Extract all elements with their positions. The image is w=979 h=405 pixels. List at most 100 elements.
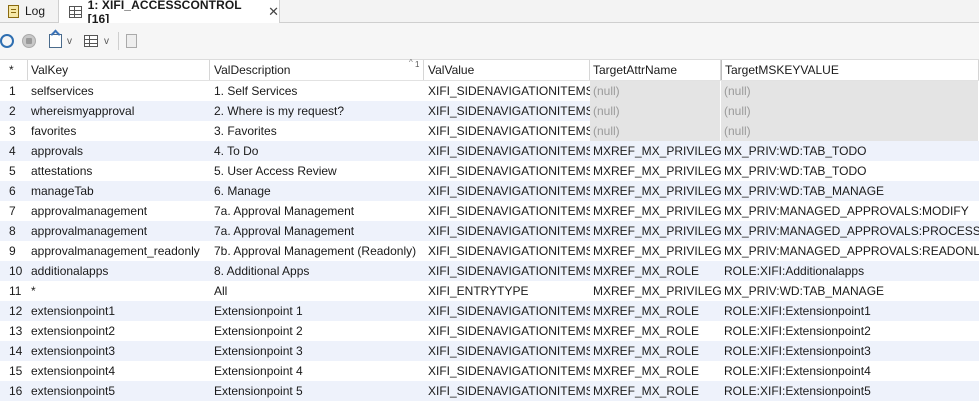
row-number[interactable]: 13	[0, 321, 28, 341]
cell-valdescription[interactable]: Extensionpoint 1	[211, 301, 424, 321]
cell-valkey[interactable]: additionalapps	[28, 261, 210, 281]
cell-targetattrname[interactable]: MXREF_MX_ROLE	[590, 321, 721, 341]
row-number[interactable]: 12	[0, 301, 28, 321]
cell-targetmskeyvalue[interactable]: ROLE:XIFI:Additionalapps	[721, 261, 979, 281]
table-row[interactable]: 6 manageTab 6. Manage XIFI_SIDENAVIGATIONIT…	[0, 181, 979, 201]
cell-valdescription[interactable]: 2. Where is my request?	[211, 101, 424, 121]
cell-valdescription[interactable]: 7b. Approval Management (Readonly)	[211, 241, 424, 261]
cell-valvalue[interactable]: XIFI_SIDENAVIGATIONITEMS	[425, 221, 590, 241]
row-number[interactable]: 1	[0, 81, 28, 101]
cell-valkey[interactable]: extensionpoint2	[28, 321, 210, 341]
row-number[interactable]: 10	[0, 261, 28, 281]
row-number[interactable]: 5	[0, 161, 28, 181]
row-number[interactable]: 3	[0, 121, 28, 141]
row-number[interactable]: 2	[0, 101, 28, 121]
table-row[interactable]: 15 extensionpoint4 Extensionpoint 4 XIFI_SI…	[0, 361, 979, 381]
header-valvalue[interactable]: ValValue	[425, 60, 590, 80]
row-number[interactable]: 15	[0, 361, 28, 381]
table-row[interactable]: 7 approvalmanagement 7a. Approval Manageme…	[0, 201, 979, 221]
row-number[interactable]: 16	[0, 381, 28, 401]
cell-valdescription[interactable]: 1. Self Services	[211, 81, 424, 101]
cell-targetattrname[interactable]: MXREF_MX_PRIVILEGE	[590, 281, 721, 301]
cell-targetattrname[interactable]: (null)	[590, 101, 721, 121]
cell-valvalue[interactable]: XIFI_SIDENAVIGATIONITEMS	[425, 161, 590, 181]
table-row[interactable]: 3 favorites 3. Favorites XIFI_SIDENAVIGATIO…	[0, 121, 979, 141]
cell-targetmskeyvalue[interactable]: ROLE:XIFI:Extensionpoint1	[721, 301, 979, 321]
cell-valkey[interactable]: extensionpoint3	[28, 341, 210, 361]
cell-targetattrname[interactable]: (null)	[590, 81, 721, 101]
cell-valvalue[interactable]: XIFI_ENTRYTYPE	[425, 281, 590, 301]
cell-valdescription[interactable]: Extensionpoint 3	[211, 341, 424, 361]
cell-valvalue[interactable]: XIFI_SIDENAVIGATIONITEMS	[425, 101, 590, 121]
row-number[interactable]: 8	[0, 221, 28, 241]
row-number[interactable]: 9	[0, 241, 28, 261]
header-targetmskeyvalue[interactable]: TargetMSKEYVALUE	[721, 60, 979, 80]
cell-valvalue[interactable]: XIFI_SIDENAVIGATIONITEMS	[425, 361, 590, 381]
cell-targetmskeyvalue[interactable]: (null)	[721, 81, 979, 101]
cell-targetmskeyvalue[interactable]: MX_PRIV:WD:TAB_TODO	[721, 161, 979, 181]
cell-valvalue[interactable]: XIFI_SIDENAVIGATIONITEMS	[425, 121, 590, 141]
row-number[interactable]: 4	[0, 141, 28, 161]
cell-targetmskeyvalue[interactable]: ROLE:XIFI:Extensionpoint4	[721, 361, 979, 381]
cell-valkey[interactable]: *	[28, 281, 210, 301]
cell-valvalue[interactable]: XIFI_SIDENAVIGATIONITEMS	[425, 261, 590, 281]
export-icon[interactable]	[49, 34, 62, 48]
cell-valdescription[interactable]: 7a. Approval Management	[211, 201, 424, 221]
cell-targetattrname[interactable]: MXREF_MX_PRIVILEGE	[590, 221, 721, 241]
cell-targetattrname[interactable]: MXREF_MX_ROLE	[590, 301, 721, 321]
row-number[interactable]: 6	[0, 181, 28, 201]
cell-targetmskeyvalue[interactable]: (null)	[721, 121, 979, 141]
chevron-down-icon[interactable]: v	[67, 33, 72, 49]
cell-valdescription[interactable]: 8. Additional Apps	[211, 261, 424, 281]
header-targetattrname[interactable]: TargetAttrName	[590, 60, 721, 80]
cell-valkey[interactable]: attestations	[28, 161, 210, 181]
cell-targetattrname[interactable]: MXREF_MX_ROLE	[590, 261, 721, 281]
cell-valvalue[interactable]: XIFI_SIDENAVIGATIONITEMS	[425, 241, 590, 261]
cell-valdescription[interactable]: Extensionpoint 5	[211, 381, 424, 401]
refresh-icon[interactable]	[0, 34, 14, 48]
cell-targetmskeyvalue[interactable]: MX_PRIV:WD:TAB_TODO	[721, 141, 979, 161]
cell-valvalue[interactable]: XIFI_SIDENAVIGATIONITEMS	[425, 381, 590, 401]
chevron-down-icon[interactable]: v	[104, 33, 109, 49]
cell-targetattrname[interactable]: (null)	[590, 121, 721, 141]
cell-targetattrname[interactable]: MXREF_MX_PRIVILEGE	[590, 161, 721, 181]
cell-targetmskeyvalue[interactable]: ROLE:XIFI:Extensionpoint5	[721, 381, 979, 401]
table-row[interactable]: 12 extensionpoint1 Extensionpoint 1 XIFI_SI…	[0, 301, 979, 321]
cell-valdescription[interactable]: 5. User Access Review	[211, 161, 424, 181]
cell-valdescription[interactable]: All	[211, 281, 424, 301]
cell-valdescription[interactable]: 3. Favorites	[211, 121, 424, 141]
cell-targetattrname[interactable]: MXREF_MX_PRIVILEGE	[590, 241, 721, 261]
row-number[interactable]: 14	[0, 341, 28, 361]
table-row[interactable]: 9 approvalmanagement_readonly 7b. Approval…	[0, 241, 979, 261]
cell-valkey[interactable]: approvalmanagement	[28, 201, 210, 221]
grid-view-icon[interactable]	[84, 35, 98, 47]
cell-valdescription[interactable]: 4. To Do	[211, 141, 424, 161]
cell-valdescription[interactable]: Extensionpoint 4	[211, 361, 424, 381]
cell-targetattrname[interactable]: MXREF_MX_PRIVILEGE	[590, 141, 721, 161]
table-row[interactable]: 11 * All XIFI_ENTRYTYPE MXREF_MX_PRIVILEGE MX…	[0, 281, 979, 301]
table-row[interactable]: 13 extensionpoint2 Extensionpoint 2 XIFI_SI…	[0, 321, 979, 341]
calculator-icon[interactable]	[126, 34, 137, 48]
cell-targetmskeyvalue[interactable]: MX_PRIV:WD:TAB_MANAGE	[721, 281, 979, 301]
cell-targetattrname[interactable]: MXREF_MX_ROLE	[590, 341, 721, 361]
header-rownum[interactable]: *	[0, 60, 28, 80]
header-valkey[interactable]: ValKey	[28, 60, 210, 80]
table-row[interactable]: 14 extensionpoint3 Extensionpoint 3 XIFI_SI…	[0, 341, 979, 361]
cell-targetmskeyvalue[interactable]: MX_PRIV:WD:TAB_MANAGE	[721, 181, 979, 201]
table-row[interactable]: 5 attestations 5. User Access Review XIFI_S…	[0, 161, 979, 181]
cell-valdescription[interactable]: 7a. Approval Management	[211, 221, 424, 241]
cell-valkey[interactable]: approvals	[28, 141, 210, 161]
cell-valkey[interactable]: favorites	[28, 121, 210, 141]
table-row[interactable]: 16 extensionpoint5 Extensionpoint 5 XIFI_SI…	[0, 381, 979, 401]
cell-targetmskeyvalue[interactable]: ROLE:XIFI:Extensionpoint3	[721, 341, 979, 361]
tab-log[interactable]: Log	[0, 0, 58, 22]
cell-valkey[interactable]: approvalmanagement	[28, 221, 210, 241]
cell-valvalue[interactable]: XIFI_SIDENAVIGATIONITEMS	[425, 141, 590, 161]
cell-valvalue[interactable]: XIFI_SIDENAVIGATIONITEMS	[425, 181, 590, 201]
cell-targetattrname[interactable]: MXREF_MX_PRIVILEGE	[590, 201, 721, 221]
cell-targetattrname[interactable]: MXREF_MX_ROLE	[590, 361, 721, 381]
cell-valkey[interactable]: extensionpoint1	[28, 301, 210, 321]
tab-xifi-accesscontrol[interactable]: 1: XIFI_ACCESSCONTROL [16] ✕	[58, 0, 280, 26]
cell-valvalue[interactable]: XIFI_SIDENAVIGATIONITEMS	[425, 321, 590, 341]
cell-targetmskeyvalue[interactable]: MX_PRIV:MANAGED_APPROVALS:PROCESS	[721, 221, 979, 241]
